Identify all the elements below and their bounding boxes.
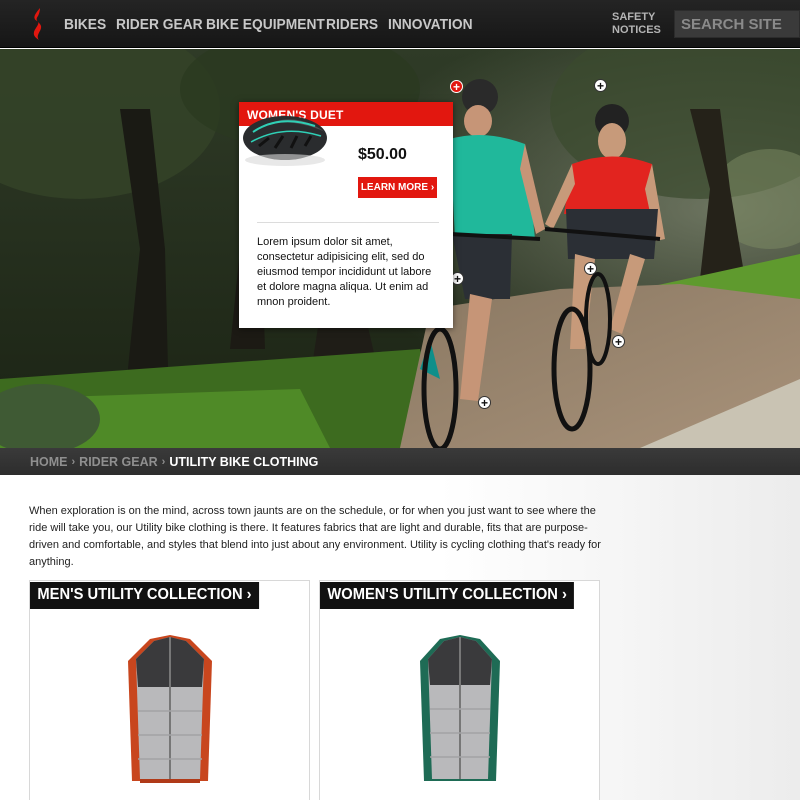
breadcrumb-chevron-icon: ›	[161, 455, 166, 468]
brand-logo-icon[interactable]	[26, 6, 50, 42]
mens-collection-card[interactable]: MEN'S UTILITY COLLECTION ›	[29, 580, 310, 800]
search-input[interactable]	[674, 10, 800, 38]
product-description: Lorem ipsum dolor sit amet, consectetur …	[257, 236, 432, 308]
main-content: When exploration is on the mind, across …	[0, 475, 800, 800]
hotspot-shoes-women[interactable]: +	[478, 396, 491, 409]
hotspot-helmet[interactable]: +	[594, 79, 607, 92]
hotspot-helmet-active[interactable]: +	[450, 80, 463, 93]
main-nav: BIKES RIDER GEAR BIKE EQUIPMENT RIDERS I…	[64, 0, 494, 48]
nav-innovation[interactable]: INNOVATION	[388, 16, 473, 33]
breadcrumb: HOME › RIDER GEAR › UTILITY BIKE CLOTHIN…	[0, 448, 800, 475]
mens-vest-image	[128, 635, 212, 783]
breadcrumb-chevron-icon: ›	[71, 455, 76, 468]
nav-rider-gear[interactable]: RIDER GEAR	[116, 16, 203, 33]
breadcrumb-home[interactable]: HOME	[30, 455, 68, 469]
womens-collection-card[interactable]: WOMEN'S UTILITY COLLECTION ›	[319, 580, 600, 800]
hotspot-shoes[interactable]: +	[612, 335, 625, 348]
hotspot-shorts[interactable]: +	[584, 262, 597, 275]
hero-banner: + + + + + + WOMEN'S DUET $50.00 LEARN MO…	[0, 49, 800, 448]
top-navigation-bar: BIKES RIDER GEAR BIKE EQUIPMENT RIDERS I…	[0, 0, 800, 48]
womens-vest-image	[420, 635, 500, 781]
product-price: $50.00	[358, 146, 407, 163]
nav-riders[interactable]: RIDERS	[326, 16, 378, 33]
breadcrumb-rider-gear[interactable]: RIDER GEAR	[79, 455, 157, 469]
breadcrumb-current: UTILITY BIKE CLOTHING	[169, 454, 319, 469]
popup-divider	[257, 222, 439, 223]
nav-bikes[interactable]: BIKES	[64, 16, 106, 33]
nav-bike-equipment[interactable]: BIKE EQUIPMENT	[206, 16, 325, 33]
safety-notices-link[interactable]: SAFETY NOTICES	[612, 11, 668, 37]
product-popup: WOMEN'S DUET $50.00 LEARN MORE › Lorem i…	[239, 102, 453, 328]
learn-more-button[interactable]: LEARN MORE ›	[358, 177, 437, 198]
womens-collection-link[interactable]: WOMEN'S UTILITY COLLECTION ›	[320, 582, 575, 609]
mens-collection-link[interactable]: MEN'S UTILITY COLLECTION ›	[30, 582, 259, 609]
intro-text: When exploration is on the mind, across …	[29, 505, 601, 568]
helmet-image	[243, 116, 327, 166]
